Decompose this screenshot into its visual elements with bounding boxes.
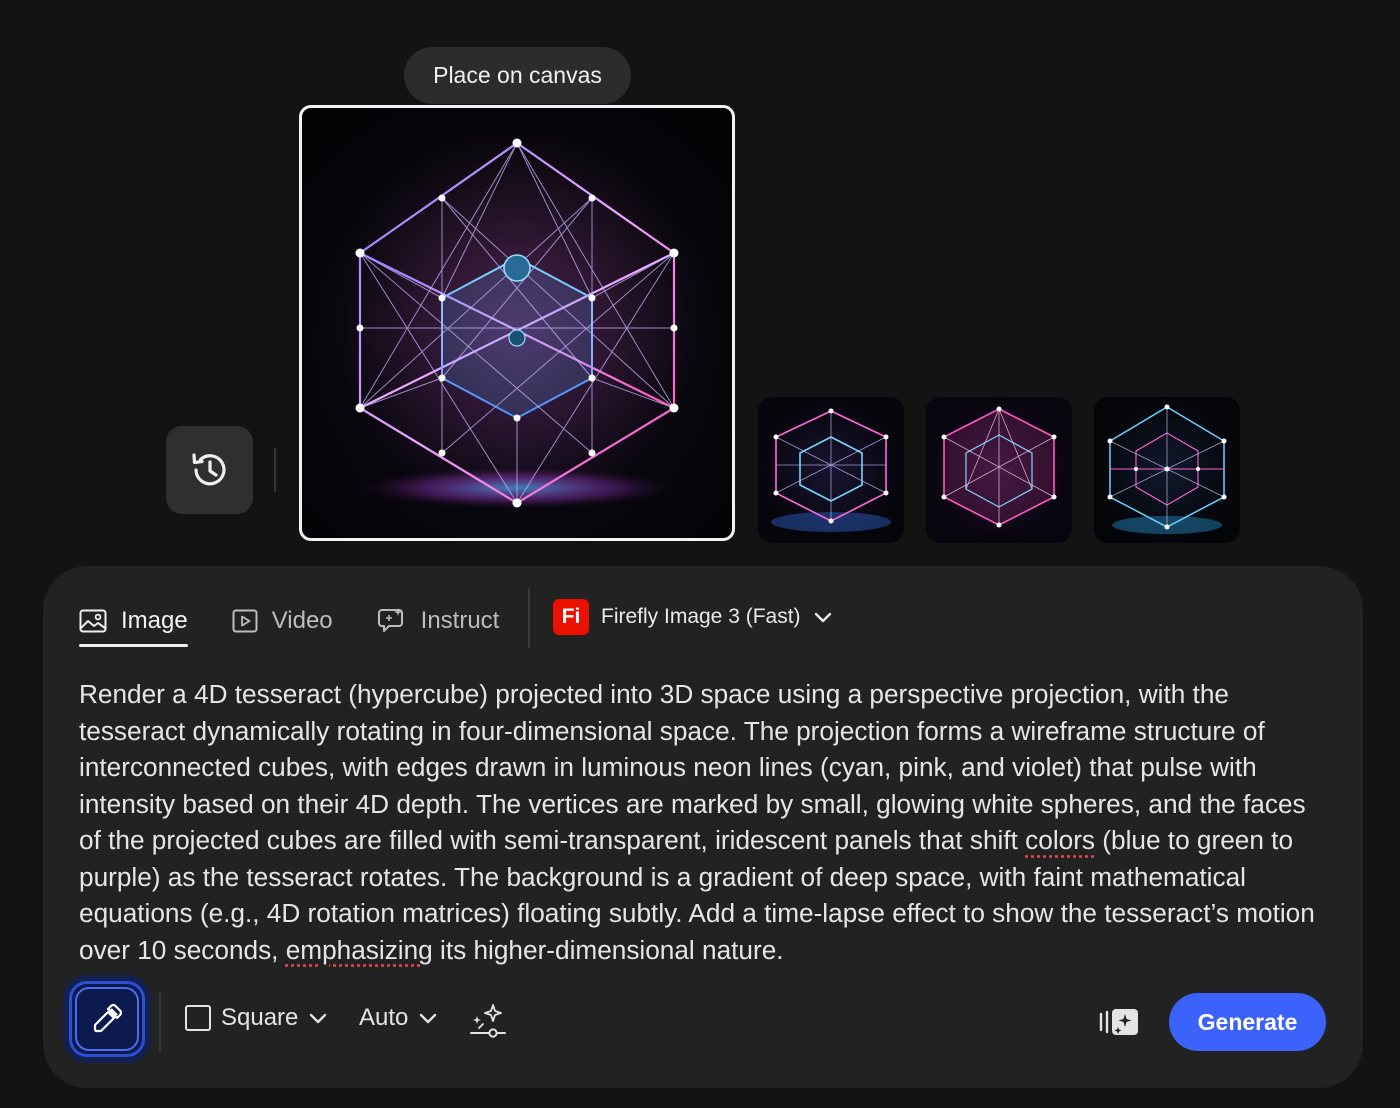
tab-video-label: Video [271,607,333,634]
content-type-label: Auto [359,1004,409,1031]
chevron-down-icon [420,1013,437,1024]
tab-instruct-label: Instruct [420,607,500,634]
spelling-flagged-word: emphasizing [285,934,433,965]
firefly-generation-view: Place on canvas Image Video Instruct Fi … [0,0,1400,1108]
divider [274,448,276,492]
square-aspect-icon [185,1005,211,1031]
tab-instruct[interactable]: Instruct [377,596,500,646]
stacked-images-sparkle-icon [1099,1009,1138,1035]
divider [528,588,530,648]
aspect-ratio-dropdown[interactable]: Square [185,1004,328,1032]
tab-image-label: Image [121,607,188,634]
reference-gallery-button[interactable] [1098,1006,1140,1043]
instruct-chat-icon [377,608,403,632]
prompt-text: its higher-dimensional nature. [432,934,784,965]
model-label: Firefly Image 3 (Fast) [601,605,801,628]
effects-button[interactable] [469,1002,507,1045]
generated-image-thumbnail[interactable] [1094,397,1240,543]
eyedropper-icon [93,1003,123,1033]
history-icon [191,453,226,486]
generate-button[interactable]: Generate [1169,993,1326,1051]
selected-generated-image[interactable] [299,105,735,541]
firefly-logo-icon: Fi [553,599,589,635]
prompt-panel: Image Video Instruct Fi Firefly Image 3 … [43,566,1363,1088]
content-type-dropdown[interactable]: Auto [359,1004,438,1032]
style-reference-button[interactable] [69,981,145,1057]
divider [159,991,161,1051]
mode-tabs: Image Video Instruct [79,596,543,647]
image-icon [79,609,107,633]
chevron-down-icon [310,1013,327,1024]
tab-video[interactable]: Video [232,596,333,646]
generated-image-thumbnail[interactable] [758,397,904,543]
effects-sparkle-icon [470,1004,506,1038]
aspect-label: Square [221,1004,299,1031]
spelling-flagged-word: colors [1025,825,1096,855]
tab-image[interactable]: Image [79,596,188,647]
chevron-down-icon [814,612,831,623]
video-play-icon [232,609,258,633]
model-selector[interactable]: Fi Firefly Image 3 (Fast) [553,599,833,635]
place-on-canvas-button[interactable]: Place on canvas [404,47,631,104]
generated-image-thumbnail[interactable] [926,397,1072,543]
prompt-input[interactable]: Render a 4D tesseract (hypercube) projec… [79,676,1329,968]
history-button[interactable] [166,426,253,514]
